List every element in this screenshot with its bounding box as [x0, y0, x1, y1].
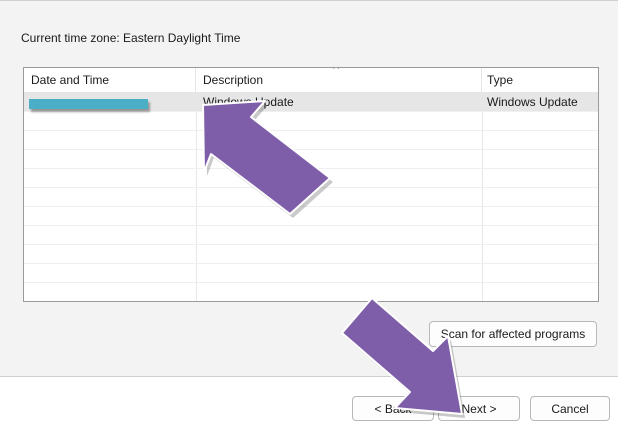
- sort-caret-icon: ^: [333, 67, 340, 76]
- empty-row: [24, 226, 598, 245]
- row-type: Windows Update: [487, 95, 578, 109]
- empty-row: [24, 131, 598, 150]
- cancel-button[interactable]: Cancel: [530, 396, 610, 421]
- empty-row: [24, 245, 598, 264]
- empty-row: [24, 188, 598, 207]
- empty-row: [24, 112, 598, 131]
- empty-row: [24, 264, 598, 283]
- dialog-footer: < Back Next > Cancel: [0, 376, 618, 431]
- empty-row: [24, 169, 598, 188]
- redaction-bar: [29, 99, 148, 109]
- column-header-date-time[interactable]: Date and Time: [24, 68, 196, 92]
- list-header: Date and Time Description Type ^: [24, 68, 598, 93]
- scan-affected-programs-button[interactable]: Scan for affected programs: [429, 321, 597, 347]
- empty-row: [24, 283, 598, 301]
- empty-row: [24, 150, 598, 169]
- back-button[interactable]: < Back: [352, 396, 434, 421]
- next-button[interactable]: Next >: [438, 396, 520, 421]
- column-header-type[interactable]: Type: [482, 68, 598, 92]
- restore-point-list[interactable]: Date and Time Description Type ^ Windows…: [23, 67, 599, 302]
- empty-row: [24, 207, 598, 226]
- row-description: Windows Update: [203, 95, 294, 109]
- time-zone-label: Current time zone: Eastern Daylight Time: [21, 31, 241, 45]
- dialog-body: Current time zone: Eastern Daylight Time…: [0, 0, 618, 377]
